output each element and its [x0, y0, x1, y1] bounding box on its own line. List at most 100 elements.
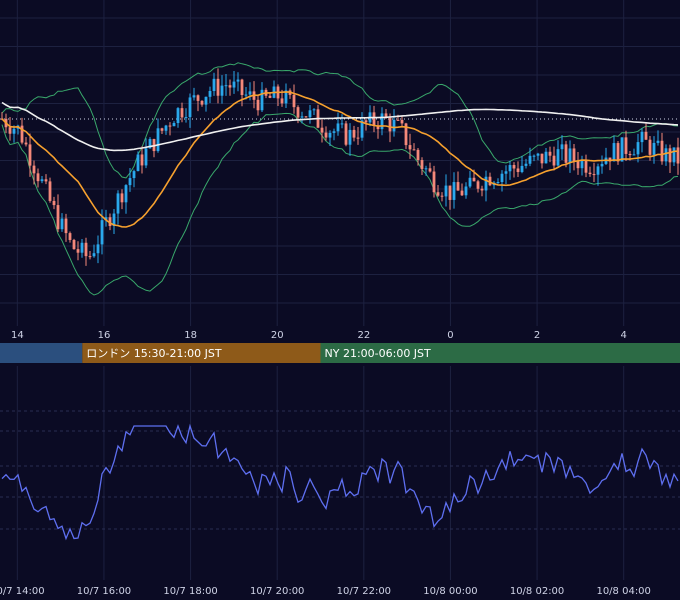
candle-body: [436, 192, 440, 196]
candle-body: [596, 166, 600, 175]
candle-body: [568, 148, 572, 163]
candle-body: [552, 155, 556, 166]
candle-body: [256, 99, 260, 111]
candle-body: [592, 174, 596, 176]
candle-body: [160, 128, 164, 131]
candle-body: [556, 149, 560, 166]
candle-body: [652, 142, 656, 155]
ma-short-line: [1, 91, 679, 228]
candle-body: [68, 233, 72, 240]
candle-body: [364, 120, 368, 123]
candle-body: [92, 253, 96, 257]
candle-body: [472, 177, 476, 182]
candle-body: [64, 218, 68, 234]
candle-body: [564, 144, 568, 163]
candle-body: [12, 128, 16, 134]
x-tick-label: 14: [11, 330, 24, 341]
candle-body: [240, 79, 244, 96]
candle-body: [348, 129, 352, 145]
candle-body: [328, 132, 332, 138]
candle-body: [484, 176, 488, 191]
x-tick-label: 20: [271, 330, 284, 341]
candle-body: [332, 131, 336, 133]
candle-body: [664, 148, 668, 162]
candle-body: [640, 131, 644, 143]
candle-body: [184, 117, 188, 119]
candle-body: [140, 154, 144, 166]
candle-body: [532, 155, 536, 157]
candle-body: [428, 168, 432, 172]
candle-body: [280, 98, 284, 104]
candle-body: [520, 165, 524, 173]
candle-body: [200, 100, 204, 105]
candle-body: [644, 131, 648, 140]
candle-body: [440, 195, 444, 197]
candle-body: [308, 110, 312, 118]
candle-body: [460, 190, 464, 196]
candle-body: [96, 244, 100, 254]
candle-body: [424, 168, 428, 170]
x-tick-label: 10/8 02:00: [510, 586, 564, 597]
candle-body: [292, 94, 296, 108]
candle-body: [80, 242, 84, 253]
bollinger-lower: [1, 112, 679, 296]
candle-body: [456, 182, 460, 191]
x-tick-label: 18: [184, 330, 197, 341]
candle-body: [448, 185, 452, 200]
candle-body: [24, 142, 28, 145]
candle-body: [576, 161, 580, 169]
candle-body: [476, 181, 480, 189]
candle-body: [136, 154, 140, 172]
candle-body: [244, 94, 248, 96]
candle-body: [36, 173, 40, 182]
candle-body: [76, 249, 80, 253]
x-tick-label: 10/7 14:00: [0, 586, 45, 597]
candle-body: [300, 116, 304, 118]
candle-body: [40, 179, 44, 182]
candle-body: [236, 79, 240, 82]
candle-body: [648, 139, 652, 155]
candle-body: [196, 95, 200, 101]
candle-body: [624, 137, 628, 154]
x-axis-top: 14 16 18 20 22 0 2 4: [11, 330, 627, 341]
candle-body: [192, 95, 196, 98]
candle-body: [584, 159, 588, 173]
x-tick-label: 0: [447, 330, 453, 341]
candle-body: [380, 113, 384, 130]
candle-body: [44, 179, 48, 182]
candle-body: [356, 137, 360, 139]
candle-body: [120, 193, 124, 203]
candle-body: [132, 171, 136, 179]
candle-body: [516, 168, 520, 173]
candle-body: [656, 140, 660, 143]
oscillator-panel: [1, 423, 679, 541]
candle-body: [228, 85, 232, 88]
candle-body: [336, 123, 340, 132]
candle-body: [508, 165, 512, 172]
candle-body: [400, 119, 404, 124]
candle-body: [248, 91, 252, 95]
candle-body: [208, 91, 212, 97]
candle-body: [28, 144, 32, 166]
price-chart[interactable]: 14 16 18 20 22 0 2 4 ロンドン 15:30-21:00 JST NY 21:…: [0, 0, 680, 600]
candle-body: [212, 78, 216, 92]
candle-body: [116, 193, 120, 214]
candle-body: [56, 205, 60, 230]
candle-body: [164, 125, 168, 131]
x-tick-label: 10/8 04:00: [596, 586, 650, 597]
candle-body: [168, 125, 172, 127]
candle-body: [144, 148, 148, 166]
candle-body: [180, 108, 184, 118]
candle-body: [72, 239, 76, 250]
candle-body: [600, 163, 604, 167]
candle-body: [420, 160, 424, 169]
candle-body: [536, 153, 540, 156]
candle-body: [312, 109, 316, 111]
candle-body: [560, 144, 564, 150]
candle-body: [128, 178, 132, 186]
candle-body: [500, 173, 504, 183]
candle-body: [504, 171, 508, 174]
candle-body: [620, 137, 624, 162]
candle-body: [172, 123, 176, 127]
x-tick-label: 16: [98, 330, 111, 341]
